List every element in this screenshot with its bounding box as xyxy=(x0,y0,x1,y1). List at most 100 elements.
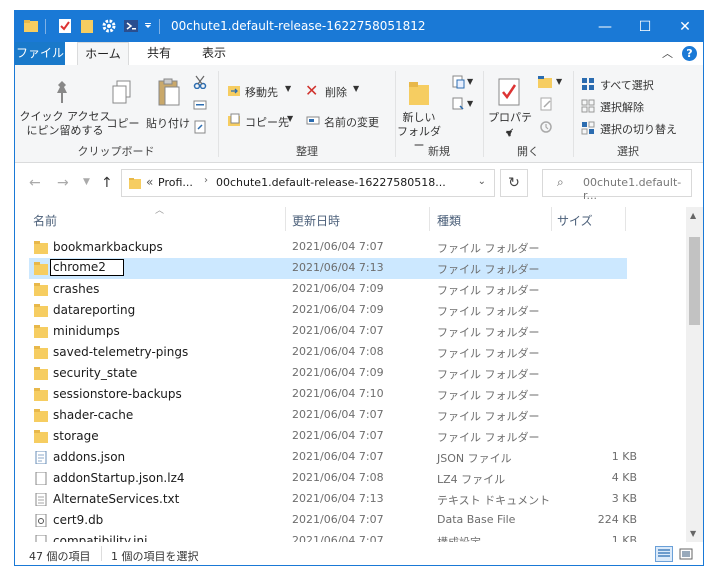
open-icon[interactable] xyxy=(537,75,553,89)
column-divider[interactable] xyxy=(429,207,430,231)
close-button[interactable]: ✕ xyxy=(665,11,703,42)
scrollbar-thumb[interactable] xyxy=(689,237,700,325)
address-box[interactable]: « Profi... › 00chute1.default-release-16… xyxy=(121,169,495,197)
powershell-icon[interactable] xyxy=(123,18,139,34)
tab-share[interactable]: 共有 xyxy=(135,42,183,65)
column-header-date[interactable]: 更新日時 xyxy=(292,212,340,236)
list-item[interactable]: addons.json 2021/06/04 7:07 JSON ファイル 1 … xyxy=(29,447,637,468)
qat-dropdown-icon[interactable] xyxy=(143,18,153,34)
column-header-name[interactable]: 名前 xyxy=(33,212,57,236)
new-group-label: 新規 xyxy=(428,145,450,158)
cut-icon[interactable] xyxy=(193,75,207,89)
help-icon[interactable]: ? xyxy=(682,46,697,61)
settings-file-icon xyxy=(35,535,47,542)
move-to-dropdown-icon[interactable]: ▼ xyxy=(285,84,291,93)
move-to-button[interactable]: 移動先 xyxy=(245,84,278,100)
address-dropdown-icon[interactable]: ⌄ xyxy=(478,176,486,187)
minimize-button[interactable]: — xyxy=(585,11,625,42)
column-header-size[interactable]: サイズ xyxy=(557,212,593,236)
column-divider[interactable] xyxy=(625,207,626,231)
column-divider[interactable] xyxy=(551,207,552,231)
properties-check-icon[interactable] xyxy=(57,18,73,34)
new-item-dropdown-icon[interactable]: ▼ xyxy=(467,77,473,86)
list-item[interactable]: cert9.db 2021/06/04 7:07 Data Base File … xyxy=(29,510,637,531)
select-group-label: 選択 xyxy=(617,145,639,158)
paste-shortcut-icon[interactable] xyxy=(193,120,207,134)
open-dropdown-icon[interactable]: ▼ xyxy=(556,77,562,86)
invert-selection-button[interactable]: 選択の切り替え xyxy=(600,121,677,137)
edit-icon[interactable] xyxy=(539,97,553,111)
list-item-selected[interactable]: chrome2 2021/06/04 7:13 ファイル フォルダー xyxy=(29,258,627,279)
scroll-up-icon[interactable]: ▲ xyxy=(690,211,696,220)
breadcrumb-current[interactable]: 00chute1.default-release-16227580518... xyxy=(216,176,446,189)
list-item[interactable]: AlternateServices.txt 2021/06/04 7:13 テキ… xyxy=(29,489,637,510)
rename-input[interactable]: chrome2 xyxy=(50,259,124,276)
file-size: 224 KB xyxy=(597,513,637,526)
paste-button[interactable]: 貼り付け xyxy=(143,117,193,131)
list-item[interactable]: saved-telemetry-pings 2021/06/04 7:08 ファ… xyxy=(29,342,627,363)
file-date: 2021/06/04 7:07 xyxy=(292,240,384,253)
history-icon[interactable] xyxy=(539,120,553,134)
tab-view[interactable]: 表示 xyxy=(190,42,238,65)
recent-locations-icon[interactable]: ▼ xyxy=(83,177,90,187)
new-folder-qat-icon[interactable] xyxy=(79,18,95,34)
copy-to-button[interactable]: コピー先 xyxy=(245,114,289,130)
properties-dropdown-icon[interactable]: ▼ xyxy=(506,129,512,138)
tab-home[interactable]: ホーム xyxy=(77,42,129,66)
details-view-button[interactable] xyxy=(655,546,673,562)
file-size: 1 KB xyxy=(611,534,637,542)
list-item[interactable]: bookmarkbackups 2021/06/04 7:07 ファイル フォル… xyxy=(29,237,627,258)
copy-button[interactable]: コピー xyxy=(105,117,141,131)
title-separator xyxy=(159,19,160,34)
easy-access-dropdown-icon[interactable]: ▼ xyxy=(467,99,473,108)
folder-icon xyxy=(34,283,48,296)
column-header-type[interactable]: 種類 xyxy=(437,212,461,236)
back-button[interactable]: ← xyxy=(29,175,41,191)
copy-to-dropdown-icon[interactable]: ▼ xyxy=(287,114,293,123)
refresh-button[interactable]: ↻ xyxy=(500,169,528,197)
maximize-button[interactable]: ☐ xyxy=(625,11,665,42)
file-type: 構成設定 xyxy=(437,534,481,542)
ribbon-home: クイック アクセス にピン留めする コピー 貼り付け クリップボード 移動先 ▼… xyxy=(15,65,703,163)
select-none-icon xyxy=(581,99,595,113)
properties-icon xyxy=(498,78,520,106)
list-item[interactable]: addonStartup.json.lz4 2021/06/04 7:08 LZ… xyxy=(29,468,637,489)
scroll-down-icon[interactable]: ▼ xyxy=(690,529,696,538)
delete-dropdown-icon[interactable]: ▼ xyxy=(353,84,359,93)
breadcrumb-profiles[interactable]: Profi... xyxy=(158,176,193,189)
item-count: 47 個の項目 xyxy=(29,550,91,563)
new-item-icon[interactable] xyxy=(451,75,465,89)
overflow-chevron[interactable]: « xyxy=(146,175,153,189)
pin-to-quick-access-button[interactable]: クイック アクセス にピン留めする xyxy=(19,110,111,138)
address-bar-row: ← → ▼ ↑ « Profi... › 00chute1.default-re… xyxy=(15,163,703,203)
list-item[interactable]: compatibility.ini 2021/06/04 7:07 構成設定 1… xyxy=(29,531,637,542)
search-box[interactable]: ⌕ 00chute1.default-r... xyxy=(542,169,692,202)
select-all-button[interactable]: すべて選択 xyxy=(600,77,654,93)
copy-path-icon[interactable] xyxy=(193,98,207,112)
tab-file[interactable]: ファイル xyxy=(15,42,65,65)
large-icons-view-button[interactable] xyxy=(677,546,695,562)
select-none-button[interactable]: 選択解除 xyxy=(600,99,644,115)
list-item[interactable]: security_state 2021/06/04 7:09 ファイル フォルダ… xyxy=(29,363,627,384)
list-item[interactable]: minidumps 2021/06/04 7:07 ファイル フォルダー xyxy=(29,321,627,342)
file-name: crashes xyxy=(53,282,100,296)
list-item[interactable]: storage 2021/06/04 7:07 ファイル フォルダー xyxy=(29,426,627,447)
easy-access-icon[interactable] xyxy=(451,97,465,111)
new-folder-icon xyxy=(409,82,429,105)
gear-icon[interactable] xyxy=(101,18,117,34)
file-type: ファイル フォルダー xyxy=(437,347,540,360)
delete-button[interactable]: 削除 xyxy=(325,84,347,100)
breadcrumb-separator-icon[interactable]: › xyxy=(204,175,208,186)
folder-icon xyxy=(34,388,48,401)
rename-button[interactable]: 名前の変更 xyxy=(324,114,379,130)
up-button[interactable]: ↑ xyxy=(101,175,113,191)
column-divider[interactable] xyxy=(285,207,286,231)
ribbon-collapse-icon[interactable]: ︿ xyxy=(662,45,673,61)
list-item[interactable]: shader-cache 2021/06/04 7:07 ファイル フォルダー xyxy=(29,405,627,426)
vertical-scrollbar[interactable]: ▲ ▼ xyxy=(686,207,703,542)
forward-button[interactable]: → xyxy=(57,175,69,191)
list-item[interactable]: crashes 2021/06/04 7:09 ファイル フォルダー xyxy=(29,279,627,300)
list-item[interactable]: sessionstore-backups 2021/06/04 7:10 ファイ… xyxy=(29,384,627,405)
window-title: 00chute1.default-release-1622758051812 xyxy=(171,19,426,33)
list-item[interactable]: datareporting 2021/06/04 7:09 ファイル フォルダー xyxy=(29,300,627,321)
